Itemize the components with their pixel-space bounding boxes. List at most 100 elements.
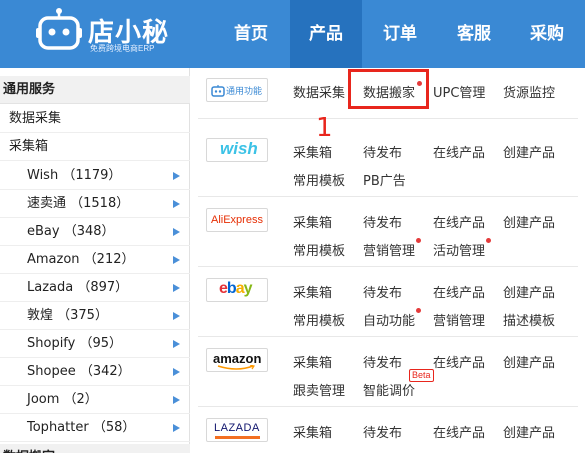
arrow-right-icon bbox=[173, 228, 180, 236]
link-wish-templates[interactable]: 常用模板 bbox=[293, 170, 345, 189]
sidebar-item-label: Amazon （212） bbox=[27, 252, 135, 267]
link-ebay-description-templates[interactable]: 描述模板 bbox=[503, 310, 555, 329]
sidebar: 通用服务 数据采集 采集箱 Wish （1179） 速卖通 （1518） eBa… bbox=[0, 68, 190, 453]
link-amazon-collection-box[interactable]: 采集箱 bbox=[293, 352, 332, 371]
top-nav-bar: 店小秘 免费跨境电商ERP 首页 产品 订单 客服 采购 bbox=[0, 0, 585, 68]
common-functions-logo-text: 通用功能 bbox=[226, 86, 263, 96]
sidebar-item-label: Tophatter （58） bbox=[27, 420, 136, 435]
ebay-logo-text: ebay bbox=[219, 280, 252, 297]
link-lazada-collection-box[interactable]: 采集箱 bbox=[293, 422, 332, 441]
sidebar-item-label: Shopee （342） bbox=[27, 364, 131, 379]
link-ali-online-products[interactable]: 在线产品 bbox=[433, 212, 485, 231]
link-ali-activities[interactable]: 活动管理 bbox=[433, 240, 485, 259]
row-divider bbox=[198, 266, 578, 267]
lazada-logo-text: LAZADA bbox=[214, 422, 260, 434]
arrow-right-icon bbox=[173, 340, 180, 348]
row-divider bbox=[198, 118, 578, 119]
link-wish-collection-box[interactable]: 采集箱 bbox=[293, 142, 332, 161]
link-amazon-pending[interactable]: 待发布 bbox=[363, 352, 402, 371]
sidebar-item-label: Joom （2） bbox=[27, 392, 98, 407]
arrow-right-icon bbox=[173, 424, 180, 432]
nav-orders[interactable]: 订单 bbox=[370, 0, 430, 68]
link-upc-management[interactable]: UPC管理 bbox=[433, 82, 485, 101]
sidebar-item-collection-box[interactable]: 采集箱 bbox=[0, 133, 190, 161]
link-ebay-collection-box[interactable]: 采集箱 bbox=[293, 282, 332, 301]
link-ebay-create-product[interactable]: 创建产品 bbox=[503, 282, 555, 301]
new-badge-dot bbox=[416, 308, 421, 313]
sidebar-item-label: Wish （1179） bbox=[27, 168, 122, 183]
nav-purchasing[interactable]: 采购 bbox=[516, 0, 578, 68]
arrow-right-icon bbox=[173, 200, 180, 208]
link-ebay-auto-functions[interactable]: 自动功能 bbox=[363, 310, 415, 329]
sidebar-item-amazon[interactable]: Amazon （212） bbox=[0, 246, 190, 274]
link-lazada-online-products[interactable]: 在线产品 bbox=[433, 422, 485, 441]
link-ali-create-product[interactable]: 创建产品 bbox=[503, 212, 555, 231]
sidebar-item-data-collection[interactable]: 数据采集 bbox=[0, 105, 190, 133]
sidebar-item-label: eBay （348） bbox=[27, 224, 115, 239]
robot-small-icon bbox=[211, 85, 225, 97]
sidebar-item-dhgate[interactable]: 敦煌 （375） bbox=[0, 302, 190, 330]
ebay-logo: ebay bbox=[206, 278, 268, 302]
link-ali-templates[interactable]: 常用模板 bbox=[293, 240, 345, 259]
arrow-right-icon bbox=[173, 368, 180, 376]
nav-products[interactable]: 产品 bbox=[290, 0, 362, 68]
sidebar-item-wish[interactable]: Wish （1179） bbox=[0, 162, 190, 190]
link-amazon-online-products[interactable]: 在线产品 bbox=[433, 352, 485, 371]
link-lazada-pending[interactable]: 待发布 bbox=[363, 422, 402, 441]
sidebar-item-joom[interactable]: Joom （2） bbox=[0, 386, 190, 414]
nav-customer-service[interactable]: 客服 bbox=[443, 0, 505, 68]
link-ebay-templates[interactable]: 常用模板 bbox=[293, 310, 345, 329]
link-data-collection[interactable]: 数据采集 bbox=[293, 82, 345, 101]
sidebar-item-shopify[interactable]: Shopify （95） bbox=[0, 330, 190, 358]
link-ali-marketing[interactable]: 营销管理 bbox=[363, 240, 415, 259]
amazon-logo: amazon bbox=[206, 348, 268, 372]
amazon-logo-text: amazon bbox=[213, 351, 262, 366]
sidebar-group-general[interactable]: 通用服务 bbox=[0, 76, 190, 104]
link-ebay-pending[interactable]: 待发布 bbox=[363, 282, 402, 301]
nav-home[interactable]: 首页 bbox=[220, 0, 282, 68]
link-amazon-follow-sell[interactable]: 跟卖管理 bbox=[293, 380, 345, 399]
link-wish-online-products[interactable]: 在线产品 bbox=[433, 142, 485, 161]
aliexpress-logo-text: AliExpress bbox=[211, 214, 263, 226]
products-dropdown-panel: 通用功能 数据采集 数据搬家 UPC管理 货源监控 wish 采集箱 待发布 在… bbox=[190, 68, 585, 453]
sidebar-group-data-migration[interactable]: 数据搬家 bbox=[0, 444, 190, 453]
sidebar-item-label: Lazada （897） bbox=[27, 280, 129, 295]
link-wish-pending[interactable]: 待发布 bbox=[363, 142, 402, 161]
link-amazon-create-product[interactable]: 创建产品 bbox=[503, 352, 555, 371]
link-wish-pb-ads[interactable]: PB广告 bbox=[363, 170, 406, 189]
arrow-right-icon bbox=[173, 172, 180, 180]
arrow-right-icon bbox=[173, 396, 180, 404]
arrow-right-icon bbox=[173, 284, 180, 292]
link-lazada-create-product[interactable]: 创建产品 bbox=[503, 422, 555, 441]
sidebar-item-shopee[interactable]: Shopee （342） bbox=[0, 358, 190, 386]
sidebar-item-ebay[interactable]: eBay （348） bbox=[0, 218, 190, 246]
row-divider bbox=[198, 336, 578, 337]
aliexpress-logo: AliExpress bbox=[206, 208, 268, 232]
row-divider bbox=[198, 406, 578, 407]
link-ebay-marketing[interactable]: 营销管理 bbox=[433, 310, 485, 329]
highlight-box-data-migration bbox=[348, 69, 429, 109]
sidebar-item-tophatter[interactable]: Tophatter （58） bbox=[0, 414, 190, 442]
link-wish-create-product[interactable]: 创建产品 bbox=[503, 142, 555, 161]
sidebar-item-label: 速卖通 （1518） bbox=[27, 196, 130, 211]
wish-logo-text: wish bbox=[220, 139, 258, 158]
sidebar-item-aliexpress[interactable]: 速卖通 （1518） bbox=[0, 190, 190, 218]
wish-logo: wish bbox=[206, 138, 268, 162]
link-source-monitoring[interactable]: 货源监控 bbox=[503, 82, 555, 101]
lazada-logo: LAZADA bbox=[206, 418, 268, 442]
app-logo[interactable]: 店小秘 免费跨境电商ERP bbox=[36, 6, 196, 60]
logo-subtitle: 免费跨境电商ERP bbox=[90, 44, 155, 53]
link-ali-pending[interactable]: 待发布 bbox=[363, 212, 402, 231]
sidebar-item-label: 敦煌 （375） bbox=[27, 308, 108, 323]
arrow-right-icon bbox=[173, 256, 180, 264]
amazon-smile-icon bbox=[217, 365, 255, 370]
sidebar-item-label: Shopify （95） bbox=[27, 336, 123, 351]
annotation-number: 1 bbox=[316, 113, 333, 143]
new-badge-dot bbox=[486, 238, 491, 243]
link-amazon-smart-pricing[interactable]: 智能调价 bbox=[363, 380, 415, 399]
arrow-right-icon bbox=[173, 312, 180, 320]
beta-badge: Beta bbox=[409, 369, 434, 382]
link-ali-collection-box[interactable]: 采集箱 bbox=[293, 212, 332, 231]
sidebar-item-lazada[interactable]: Lazada （897） bbox=[0, 274, 190, 302]
link-ebay-online-products[interactable]: 在线产品 bbox=[433, 282, 485, 301]
